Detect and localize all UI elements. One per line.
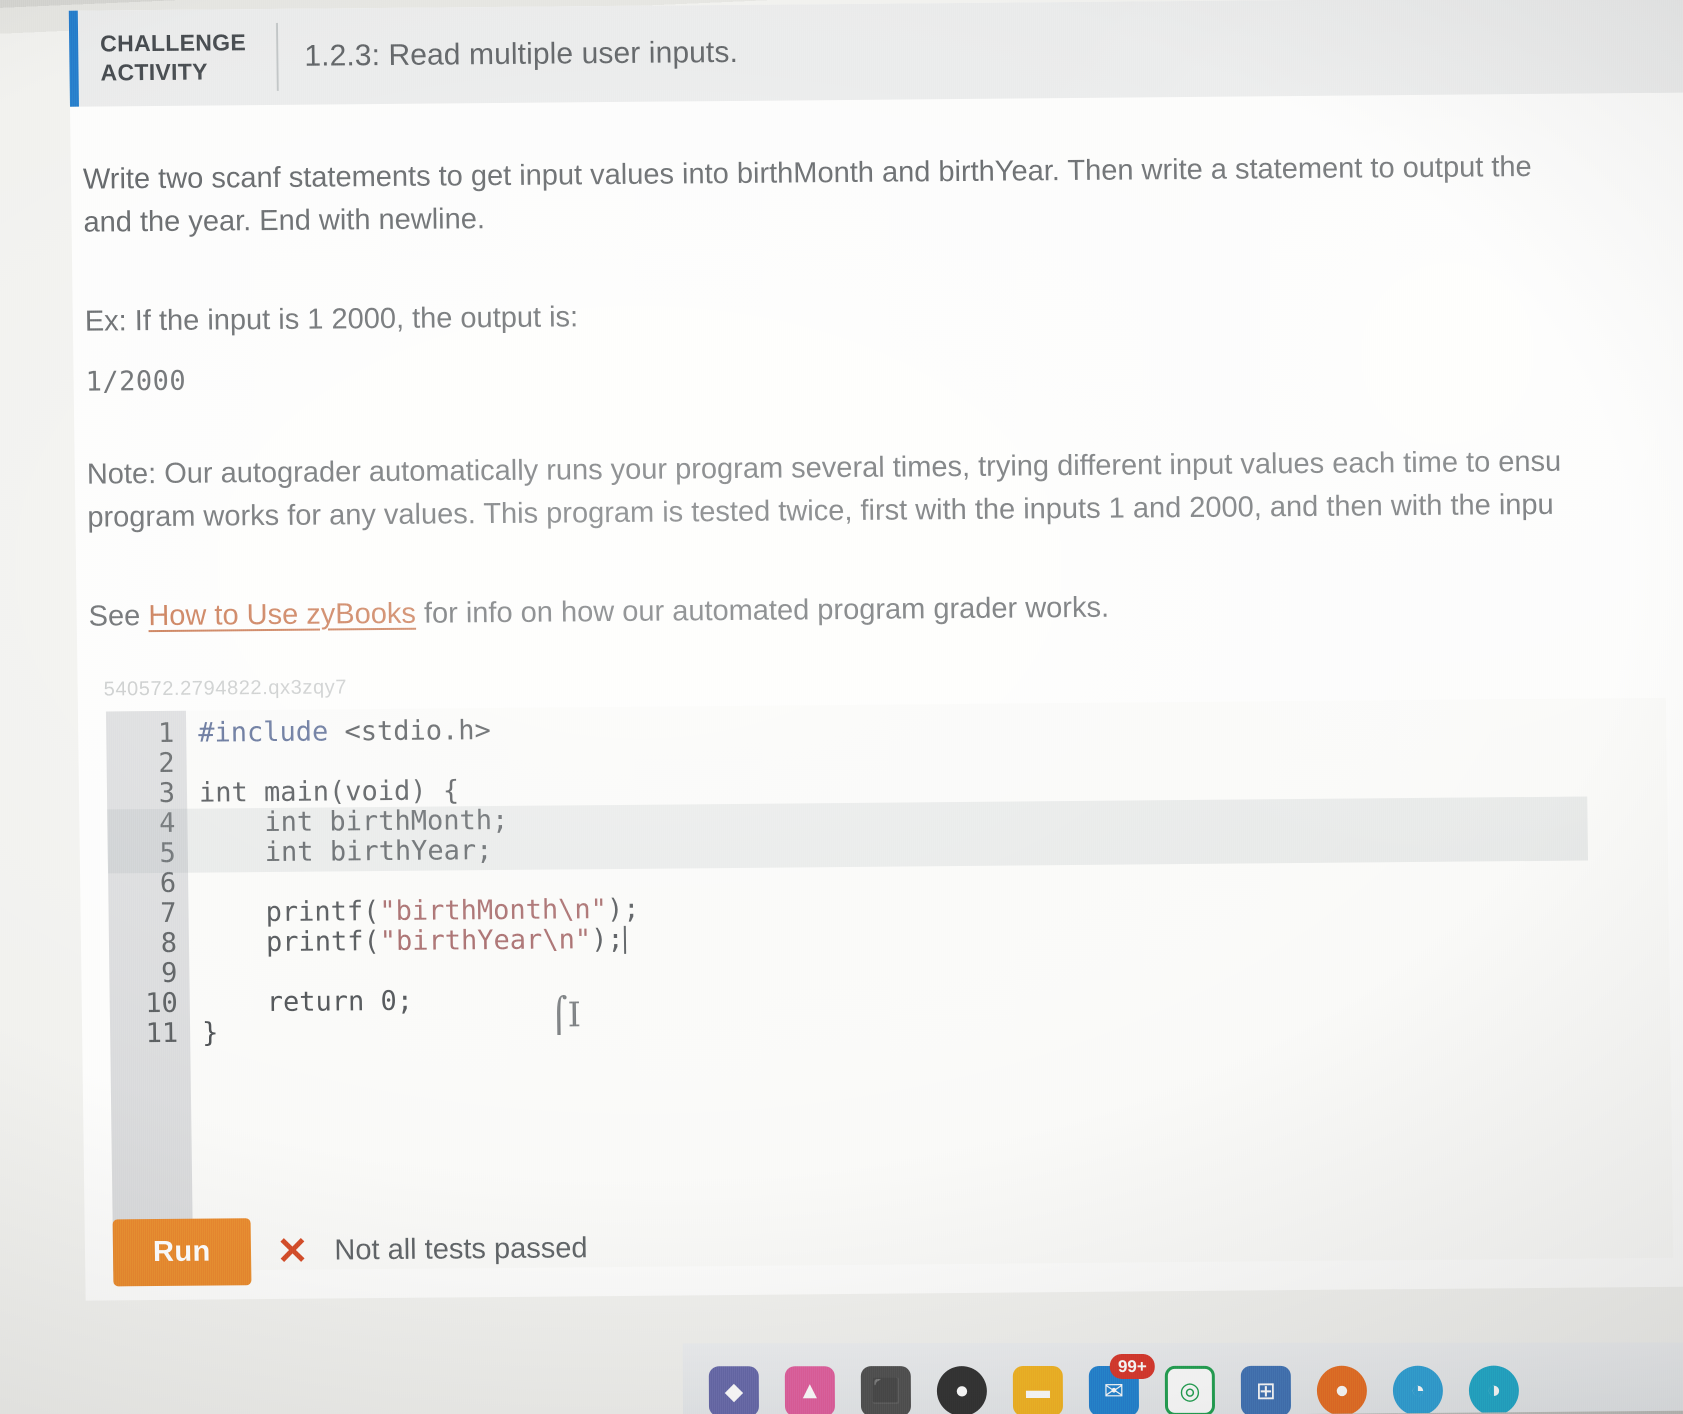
prompt-line1-a: Write two xyxy=(82,162,212,196)
code-printf-call: printf( xyxy=(200,926,380,959)
code-printf-end: ); xyxy=(606,894,640,926)
mail-icon: ✉ xyxy=(1103,1377,1125,1405)
text-caret xyxy=(623,926,626,955)
code-printf-call: printf( xyxy=(200,896,380,929)
activity-header: CHALLENGE ACTIVITY 1.2.3: Read multiple … xyxy=(68,0,1683,107)
taskbar-app-icon[interactable]: ◆ xyxy=(708,1366,760,1414)
test-status-text: Not all tests passed xyxy=(334,1232,588,1267)
taskbar-app-icon[interactable]: ⬛ xyxy=(860,1366,912,1414)
see-prefix: See xyxy=(88,600,149,633)
chrome-icon: ◎ xyxy=(1179,1377,1201,1405)
prompt-scanf-keyword: scanf xyxy=(211,161,281,195)
code-token-include: #include xyxy=(198,716,329,749)
run-bar: Run ✕ Not all tests passed xyxy=(112,1215,588,1287)
line-number: 3 xyxy=(158,778,176,810)
folder-icon: ⬛ xyxy=(870,1377,901,1405)
line-number: 8 xyxy=(160,928,178,960)
taskbar-app-icon[interactable]: ✉ 99+ xyxy=(1088,1353,1155,1414)
line-number: 7 xyxy=(160,898,177,930)
taskbar-app-icon[interactable]: ● xyxy=(936,1366,988,1414)
line-number: 10 xyxy=(145,988,178,1020)
header-divider xyxy=(275,22,279,91)
code-string-literal: "birthYear\n" xyxy=(379,924,592,958)
line-number: 5 xyxy=(159,838,176,870)
line-number: 11 xyxy=(145,1018,179,1050)
notification-badge: 99+ xyxy=(1109,1353,1155,1380)
file-explorer-icon: ▬ xyxy=(1025,1377,1050,1405)
windows-taskbar[interactable]: ◆ ▲ ⬛ ● ▬ ✉ 99+ ◎ ⊞ ● ◔ ◑ xyxy=(682,1342,1683,1414)
line-number: 4 xyxy=(158,808,176,840)
activity-kicker-line1: CHALLENGE xyxy=(100,29,247,57)
browser-icon: ◑ xyxy=(1486,1376,1502,1404)
taskbar-app-icon[interactable]: ● xyxy=(1316,1365,1368,1414)
screen-photo: CHALLENGE ACTIVITY 1.2.3: Read multiple … xyxy=(0,0,1683,1414)
line-number: 9 xyxy=(160,958,178,990)
line-number: 1 xyxy=(157,718,175,750)
code-string-literal: "birthMonth\n" xyxy=(379,894,608,928)
mouse-ibeam-cursor-icon: ⌠II xyxy=(549,995,582,1036)
activity-kicker: CHALLENGE ACTIVITY xyxy=(100,28,273,87)
teams-icon: ◆ xyxy=(724,1377,744,1405)
see-suffix: for info on how our automated program gr… xyxy=(415,591,1110,630)
activity-kicker-line2: ACTIVITY xyxy=(100,58,208,86)
activity-accent-bar xyxy=(68,10,80,107)
store-icon: ⊞ xyxy=(1255,1377,1277,1405)
code-token-header: <stdio.h> xyxy=(328,715,492,748)
code-text-area[interactable]: #include <stdio.h> int main(void) { int … xyxy=(107,698,1673,1271)
activity-title: 1.2.3: Read multiple user inputs. xyxy=(304,35,739,73)
run-button[interactable]: Run xyxy=(112,1218,252,1287)
edge-icon: ◔ xyxy=(1410,1376,1426,1404)
prompt-body: Write two scanf statements to get input … xyxy=(70,93,1683,702)
zybooks-activity-panel: CHALLENGE ACTIVITY 1.2.3: Read multiple … xyxy=(68,0,1683,1301)
taskbar-app-icon[interactable]: ◎ xyxy=(1164,1365,1216,1414)
line-number: 2 xyxy=(158,748,175,780)
how-to-use-zybooks-link[interactable]: How to Use zyBooks xyxy=(148,598,416,632)
firefox-icon: ● xyxy=(1334,1376,1350,1404)
code-printf-end: ); xyxy=(590,924,624,956)
test-failed-icon: ✕ xyxy=(276,1230,309,1273)
photos-icon: ▲ xyxy=(797,1377,822,1405)
taskbar-app-icon[interactable]: ◑ xyxy=(1468,1365,1520,1414)
line-number-gutter: 1 2 3 4 5 6 7 8 9 10 11 xyxy=(105,710,194,1272)
taskbar-app-icon[interactable]: ◔ xyxy=(1392,1365,1444,1414)
taskbar-app-icon[interactable]: ⊞ xyxy=(1240,1365,1292,1414)
camera-icon: ● xyxy=(954,1377,970,1405)
taskbar-app-icon[interactable]: ▬ xyxy=(1012,1366,1064,1414)
line-number: 6 xyxy=(159,868,177,900)
prompt-line1-b: statements to get input values into birt… xyxy=(280,150,1532,194)
taskbar-app-icon[interactable]: ▲ xyxy=(784,1366,836,1414)
activity-code-id: 540572.2794822.qx3zqy7 xyxy=(103,676,348,701)
code-editor[interactable]: 1 2 3 4 5 6 7 8 9 10 11 #include <stdio.… xyxy=(105,698,1674,1272)
